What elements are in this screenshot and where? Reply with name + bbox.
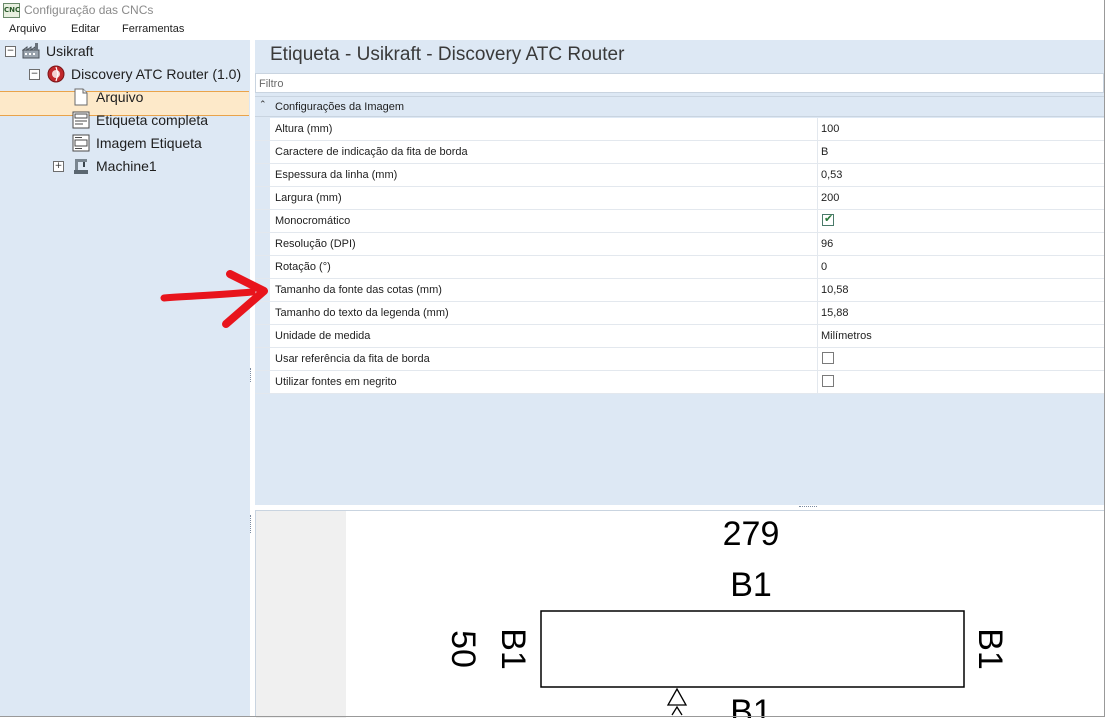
menu-ferramentas[interactable]: Ferramentas [122,23,184,35]
splitter-grip[interactable] [250,515,254,533]
property-value[interactable]: 96 [821,238,833,250]
tree-item-usikraft[interactable]: Usikraft [46,40,93,62]
property-name: Tamanho da fonte das cotas (mm) [275,284,442,296]
column-divider[interactable] [817,233,818,255]
column-divider[interactable] [817,348,818,370]
column-divider[interactable] [817,371,818,393]
tree-item-arquivo[interactable]: Arquivo [96,86,143,108]
property-name: Altura (mm) [275,123,333,135]
row-gutter [255,210,270,232]
property-value[interactable]: 0,53 [821,169,842,181]
property-name: Caractere de indicação da fita de borda [275,146,468,158]
property-name: Espessura da linha (mm) [275,169,398,181]
filter-input[interactable]: Filtro [255,73,1104,93]
annotation-arrow-icon [160,270,268,328]
title-bar: CNC Configuração das CNCs [0,0,1105,20]
expand-icon[interactable]: + [53,161,64,172]
left-edge-label: B1 [494,628,532,670]
category-header[interactable]: ⌃ Configurações da Imagem [255,96,1105,117]
label-icon [72,111,90,129]
chevron-up-icon[interactable]: ⌃ [259,100,267,110]
router-icon [47,65,65,83]
tree-item-etiqueta-completa[interactable]: Etiqueta completa [96,109,208,131]
property-name: Monocromático [275,215,351,227]
row-gutter [255,348,270,370]
page-title: Etiqueta - Usikraft - Discovery ATC Rout… [270,44,625,65]
menu-editar[interactable]: Editar [71,23,100,35]
label-preview: 279 B1 B1 50 B1 B1 [255,510,1105,718]
property-name: Utilizar fontes em negrito [275,376,397,388]
property-value[interactable]: 15,88 [821,307,849,319]
width-dimension-label: 279 [723,515,780,553]
row-gutter [255,371,270,393]
property-checkbox[interactable] [822,375,834,387]
property-name: Usar referência da fita de borda [275,353,430,365]
property-value[interactable]: 0 [821,261,827,273]
property-value[interactable]: 10,58 [821,284,849,296]
property-grid: Altura (mm) 100 Caractere de indicação da … [255,118,1105,394]
right-edge-label: B1 [971,628,1009,670]
property-row[interactable]: Espessura da linha (mm) 0,53 [255,164,1105,187]
label-image-icon [72,134,90,152]
column-divider[interactable] [817,141,818,163]
property-row[interactable]: Usar referência da fita de borda [255,348,1105,371]
property-name: Resolução (DPI) [275,238,356,250]
tree-item-discovery-atc-router[interactable]: Discovery ATC Router (1.0) [71,63,241,85]
column-divider[interactable] [817,256,818,278]
column-divider[interactable] [817,187,818,209]
factory-icon [22,43,40,59]
property-row[interactable]: Rotação (°) 0 [255,256,1105,279]
machine-icon [74,159,88,174]
label-preview-canvas: 279 B1 B1 50 B1 B1 [444,515,1009,718]
property-name: Largura (mm) [275,192,342,204]
column-divider[interactable] [817,279,818,301]
splitter-grip[interactable] [250,368,254,382]
column-divider[interactable] [817,325,818,347]
bottom-edge-label: B1 [730,693,772,718]
row-gutter [255,233,270,255]
property-value[interactable]: Milímetros [821,330,872,342]
property-row[interactable]: Tamanho do texto da legenda (mm) 15,88 [255,302,1105,325]
file-icon [74,88,88,106]
tree-item-imagem-etiqueta[interactable]: Imagem Etiqueta [96,132,202,154]
height-dimension-label: 50 [444,630,482,668]
part-rectangle [540,610,965,688]
menu-arquivo[interactable]: Arquivo [9,23,46,35]
column-divider[interactable] [817,164,818,186]
property-row[interactable]: Monocromático [255,210,1105,233]
column-divider[interactable] [817,302,818,324]
property-value[interactable]: B [821,146,828,158]
column-divider[interactable] [817,210,818,232]
property-row[interactable]: Tamanho da fonte das cotas (mm) 10,58 [255,279,1105,302]
property-row[interactable]: Utilizar fontes em negrito [255,371,1105,394]
tree-item-machine1[interactable]: Machine1 [96,155,157,177]
row-gutter [255,118,270,140]
window-title: Configuração das CNCs [24,3,154,17]
row-gutter [255,164,270,186]
property-checkbox[interactable] [822,352,834,364]
property-name: Rotação (°) [275,261,331,273]
property-value[interactable]: 100 [821,123,839,135]
cnc-app-icon: CNC [3,3,20,18]
category-label: Configurações da Imagem [275,101,405,113]
property-row[interactable]: Altura (mm) 100 [255,118,1105,141]
row-gutter [255,141,270,163]
property-name: Unidade de medida [275,330,371,342]
collapse-icon[interactable]: − [5,46,16,57]
collapse-icon[interactable]: − [29,69,40,80]
grain-direction-icon [666,687,688,716]
property-row[interactable]: Unidade de medida Milímetros [255,325,1105,348]
property-row[interactable]: Caractere de indicação da fita de borda B [255,141,1105,164]
property-value[interactable]: 200 [821,192,839,204]
property-row[interactable]: Resolução (DPI) 96 [255,233,1105,256]
row-gutter [255,187,270,209]
column-divider[interactable] [817,118,818,140]
property-checkbox[interactable] [822,212,834,226]
property-row[interactable]: Largura (mm) 200 [255,187,1105,210]
splitter-grip[interactable] [799,506,817,509]
property-name: Tamanho do texto da legenda (mm) [275,307,449,319]
menu-bar: Arquivo Editar Ferramentas [0,20,1105,40]
top-edge-label: B1 [730,566,772,604]
